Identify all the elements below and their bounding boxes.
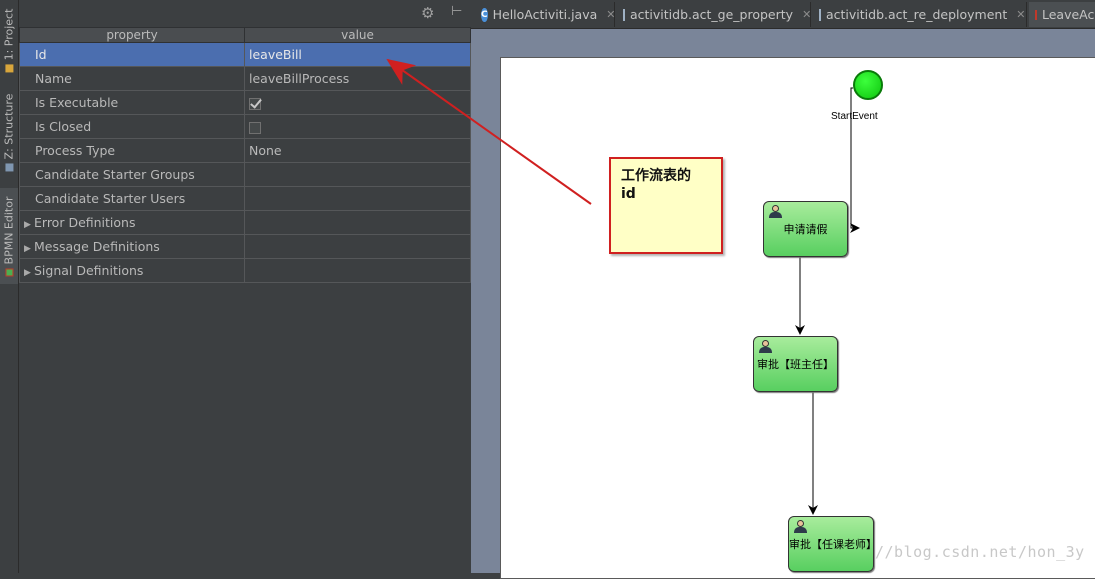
annotation-callout: 工作流表的 id [609, 157, 723, 254]
folder-icon [5, 63, 13, 72]
property-name: Signal Definitions [34, 263, 144, 278]
side-tab-label: Z: Structure [2, 93, 16, 159]
side-tab-project[interactable]: 1: Project [0, 4, 18, 76]
property-name: Candidate Starter Users [19, 186, 245, 211]
property-value[interactable]: leaveBillProcess [244, 66, 471, 91]
property-row-candidate-starter-users[interactable]: Candidate Starter Users [19, 186, 471, 211]
property-value[interactable] [244, 234, 471, 259]
task-label: 申请请假 [783, 223, 828, 236]
close-icon[interactable]: ✕ [1016, 8, 1025, 21]
properties-toolbar: ⚙ ⊢ [19, 0, 470, 27]
property-value[interactable] [244, 258, 471, 283]
structure-icon [5, 162, 14, 171]
gear-icon[interactable]: ⚙ [421, 4, 434, 22]
sequence-flows [795, 87, 860, 515]
property-row-message-definitions[interactable]: ▶ Message Definitions [19, 234, 471, 259]
property-value[interactable] [244, 210, 471, 235]
start-event-label: StartEvent [831, 111, 878, 122]
user-icon [759, 340, 772, 353]
table-icon [623, 8, 625, 21]
user-task-teacher-approval[interactable]: 审批【任课老师】 [788, 516, 877, 572]
side-tab-label: BPMN Editor [2, 196, 16, 264]
user-icon [769, 205, 782, 218]
side-tab-label: 1: Project [2, 8, 16, 60]
callout-line-1: 工作流表的 [621, 168, 691, 184]
property-name: Id [19, 42, 245, 67]
property-value[interactable] [244, 186, 471, 211]
hide-panel-icon[interactable]: ⊢ [451, 4, 462, 19]
tab-label: LeaveAc [1042, 7, 1095, 22]
tab-act-re-deployment[interactable]: activitidb.act_re_deployment ✕ [813, 2, 1027, 27]
start-event[interactable] [853, 70, 883, 100]
property-row-process-type[interactable]: Process Type None [19, 138, 471, 163]
close-icon[interactable]: ✕ [606, 8, 615, 21]
property-name: Is Executable [19, 90, 245, 115]
bpmn-canvas-area: StartEvent 申请请假 审批【班主任】 审批【任课老师】 [471, 29, 1095, 579]
column-header-property[interactable]: property [19, 27, 245, 43]
property-name: Is Closed [19, 114, 245, 139]
property-value[interactable]: None [244, 138, 471, 163]
property-name: Process Type [19, 138, 245, 163]
editor-area: C HelloActiviti.java ✕ activitidb.act_ge… [471, 0, 1095, 579]
property-row-error-definitions[interactable]: ▶ Error Definitions [19, 210, 471, 235]
column-header-value[interactable]: value [244, 27, 471, 43]
task-label: 审批【班主任】 [757, 358, 834, 371]
user-task-headteacher-approval[interactable]: 审批【班主任】 [753, 336, 838, 392]
watermark: //blog.csdn.net/hon_3y [875, 543, 1085, 561]
property-name: Candidate Starter Groups [19, 162, 245, 187]
expand-arrow-icon[interactable]: ▶ [24, 220, 34, 230]
tool-window-strip: 1: Project Z: Structure BPMN Editor [0, 0, 19, 573]
tab-label: activitidb.act_re_deployment [826, 7, 1008, 22]
flow-start-to-apply [850, 87, 860, 233]
property-value[interactable]: leaveBill [244, 42, 471, 67]
properties-table: property value Id leaveBill Name leaveBi… [19, 27, 471, 283]
properties-panel: ⚙ ⊢ property value Id leaveBill Name lea… [19, 0, 471, 573]
property-row-id[interactable]: Id leaveBill [19, 42, 471, 67]
property-row-is-executable[interactable]: Is Executable [19, 90, 471, 115]
tab-label: activitidb.act_ge_property [630, 7, 794, 22]
tab-leave-bpmn[interactable]: LeaveAc [1029, 2, 1095, 27]
property-row-name[interactable]: Name leaveBillProcess [19, 66, 471, 91]
bpmn-icon [5, 267, 14, 276]
tab-act-ge-property[interactable]: activitidb.act_ge_property ✕ [617, 2, 811, 27]
user-task-apply-leave[interactable]: 申请请假 [763, 201, 848, 257]
property-name: Error Definitions [34, 215, 136, 230]
expand-arrow-icon[interactable]: ▶ [24, 268, 34, 278]
tab-label: HelloActiviti.java [492, 7, 598, 22]
table-icon [819, 8, 821, 21]
callout-line-2: id [621, 186, 636, 202]
bpmn-icon [1035, 9, 1037, 20]
property-row-candidate-starter-groups[interactable]: Candidate Starter Groups [19, 162, 471, 187]
property-row-is-closed[interactable]: Is Closed [19, 114, 471, 139]
property-name: Name [19, 66, 245, 91]
property-value[interactable] [244, 162, 471, 187]
editor-tabs: C HelloActiviti.java ✕ activitidb.act_ge… [471, 0, 1095, 29]
task-label: 审批【任课老师】 [789, 538, 877, 551]
class-icon: C [481, 7, 488, 22]
bpmn-canvas[interactable]: StartEvent 申请请假 审批【班主任】 审批【任课老师】 [500, 57, 1095, 579]
tab-hello-activiti[interactable]: C HelloActiviti.java ✕ [475, 2, 616, 27]
is-executable-checkbox[interactable] [249, 97, 261, 110]
side-tab-structure[interactable]: Z: Structure [0, 88, 18, 176]
property-row-signal-definitions[interactable]: ▶ Signal Definitions [19, 258, 471, 283]
expand-arrow-icon[interactable]: ▶ [24, 244, 34, 254]
is-closed-checkbox[interactable] [249, 121, 261, 134]
property-name: Message Definitions [34, 239, 160, 254]
user-icon [794, 520, 807, 533]
side-tab-bpmn-editor[interactable]: BPMN Editor [0, 188, 18, 284]
close-icon[interactable]: ✕ [802, 8, 811, 21]
